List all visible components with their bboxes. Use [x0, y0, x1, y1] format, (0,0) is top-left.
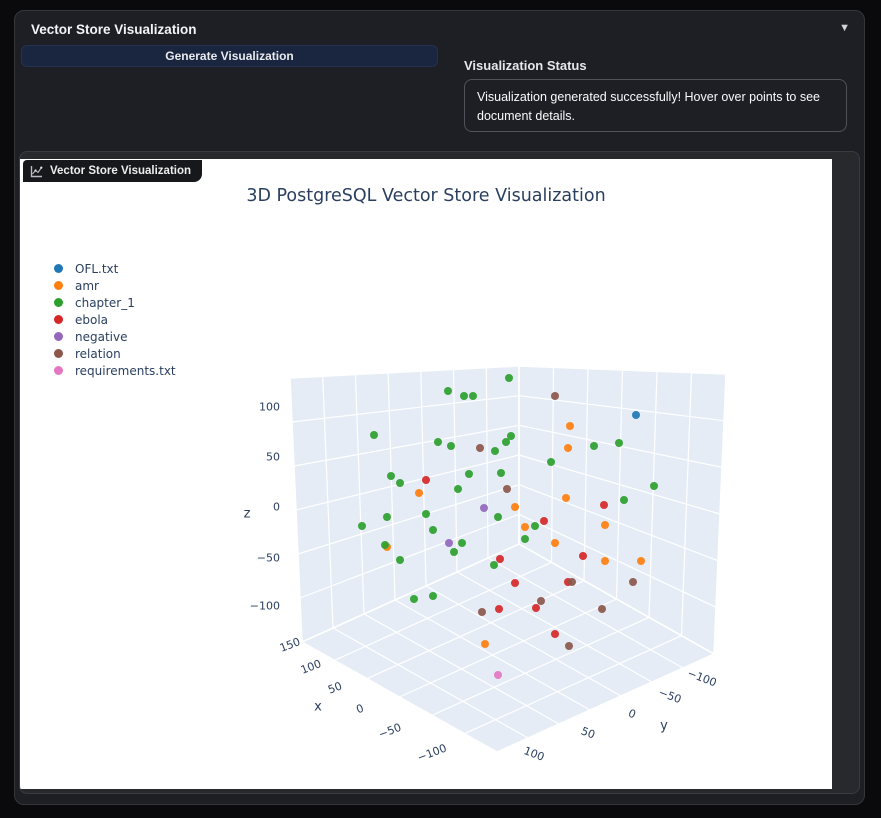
data-point-chapter_1[interactable] [387, 472, 395, 480]
data-point-OFL.txt[interactable] [632, 411, 640, 419]
data-point-ebola[interactable] [579, 552, 587, 560]
data-point-relation[interactable] [598, 605, 606, 613]
accordion-title: Vector Store Visualization [31, 22, 197, 37]
status-textbox: Visualization generated successfully! Ho… [464, 79, 847, 132]
data-point-negative[interactable] [480, 504, 488, 512]
data-point-amr[interactable] [601, 521, 609, 529]
scene-3d[interactable] [20, 159, 832, 789]
data-point-chapter_1[interactable] [507, 432, 515, 440]
data-point-chapter_1[interactable] [429, 592, 437, 600]
data-point-amr[interactable] [511, 503, 519, 511]
y-axis-label: y [660, 718, 668, 734]
data-point-chapter_1[interactable] [410, 595, 418, 603]
data-point-chapter_1[interactable] [454, 485, 462, 493]
data-point-ebola[interactable] [496, 555, 504, 563]
data-point-amr[interactable] [481, 640, 489, 648]
data-point-chapter_1[interactable] [429, 526, 437, 534]
data-point-chapter_1[interactable] [458, 539, 466, 547]
data-point-ebola[interactable] [532, 604, 540, 612]
data-point-amr[interactable] [551, 539, 559, 547]
data-point-amr[interactable] [564, 444, 572, 452]
data-point-chapter_1[interactable] [615, 439, 623, 447]
data-point-chapter_1[interactable] [450, 548, 458, 556]
data-point-relation[interactable] [568, 578, 576, 586]
data-point-relation[interactable] [565, 642, 573, 650]
data-point-chapter_1[interactable] [547, 458, 555, 466]
z-axis-tick: −100 [249, 599, 280, 613]
z-axis-tick: 0 [273, 500, 280, 514]
z-axis-label: z [243, 506, 251, 522]
data-point-chapter_1[interactable] [358, 522, 366, 530]
app-root: { "accordion": { "title": "Vector Store … [0, 0, 881, 818]
plot-tab-badge: Vector Store Visualization [23, 160, 203, 182]
data-point-chapter_1[interactable] [422, 510, 430, 518]
data-point-chapter_1[interactable] [444, 387, 452, 395]
data-point-amr[interactable] [521, 523, 529, 531]
data-point-chapter_1[interactable] [370, 431, 378, 439]
z-axis-tick: −50 [256, 551, 280, 565]
data-point-chapter_1[interactable] [620, 496, 628, 504]
data-point-chapter_1[interactable] [590, 442, 598, 450]
data-point-amr[interactable] [566, 422, 574, 430]
data-point-chapter_1[interactable] [531, 522, 539, 530]
data-point-requirements.txt[interactable] [494, 671, 502, 679]
data-point-chapter_1[interactable] [497, 469, 505, 477]
data-point-chapter_1[interactable] [494, 513, 502, 521]
data-point-chapter_1[interactable] [521, 535, 529, 543]
plot-block: Vector Store Visualization 3D PostgreSQL… [19, 151, 860, 794]
status-label: Visualization Status [464, 58, 587, 73]
data-point-chapter_1[interactable] [650, 482, 658, 490]
status-message: Visualization generated successfully! Ho… [477, 90, 821, 124]
accordion-header[interactable]: Vector Store Visualization ▼ [15, 11, 864, 49]
generate-visualization-button[interactable]: Generate Visualization [21, 45, 438, 67]
data-point-ebola[interactable] [495, 605, 503, 613]
data-point-chapter_1[interactable] [469, 392, 477, 400]
data-point-amr[interactable] [637, 557, 645, 565]
data-point-ebola[interactable] [511, 579, 519, 587]
data-point-relation[interactable] [503, 485, 511, 493]
plotly-3d-figure[interactable]: 3D PostgreSQL Vector Store Visualization… [20, 159, 832, 789]
accordion-collapse-icon[interactable]: ▼ [839, 22, 850, 34]
data-point-ebola[interactable] [540, 517, 548, 525]
plot-tab-label: Vector Store Visualization [50, 165, 192, 177]
data-point-chapter_1[interactable] [434, 438, 442, 446]
data-point-amr[interactable] [562, 494, 570, 502]
data-point-chapter_1[interactable] [396, 479, 404, 487]
data-point-relation[interactable] [478, 608, 486, 616]
data-point-chapter_1[interactable] [447, 442, 455, 450]
data-point-negative[interactable] [445, 539, 453, 547]
data-point-chapter_1[interactable] [491, 447, 499, 455]
data-point-ebola[interactable] [600, 501, 608, 509]
data-point-relation[interactable] [537, 597, 545, 605]
data-point-chapter_1[interactable] [383, 513, 391, 521]
data-point-chapter_1[interactable] [465, 470, 473, 478]
data-point-chapter_1[interactable] [381, 541, 389, 549]
data-point-ebola[interactable] [551, 630, 559, 638]
data-point-amr[interactable] [415, 489, 423, 497]
data-point-relation[interactable] [551, 392, 559, 400]
scatter-chart-icon [30, 165, 43, 178]
data-point-chapter_1[interactable] [505, 374, 513, 382]
data-point-relation[interactable] [476, 444, 484, 452]
data-point-amr[interactable] [601, 557, 609, 565]
z-axis-tick: 50 [266, 450, 280, 464]
x-axis-label: x [314, 699, 322, 715]
data-point-relation[interactable] [629, 578, 637, 586]
data-point-chapter_1[interactable] [460, 392, 468, 400]
data-point-ebola[interactable] [422, 476, 430, 484]
z-axis-tick: 100 [259, 400, 280, 414]
app-panel: Vector Store Visualization ▼ Generate Vi… [14, 10, 865, 805]
data-point-chapter_1[interactable] [396, 556, 404, 564]
